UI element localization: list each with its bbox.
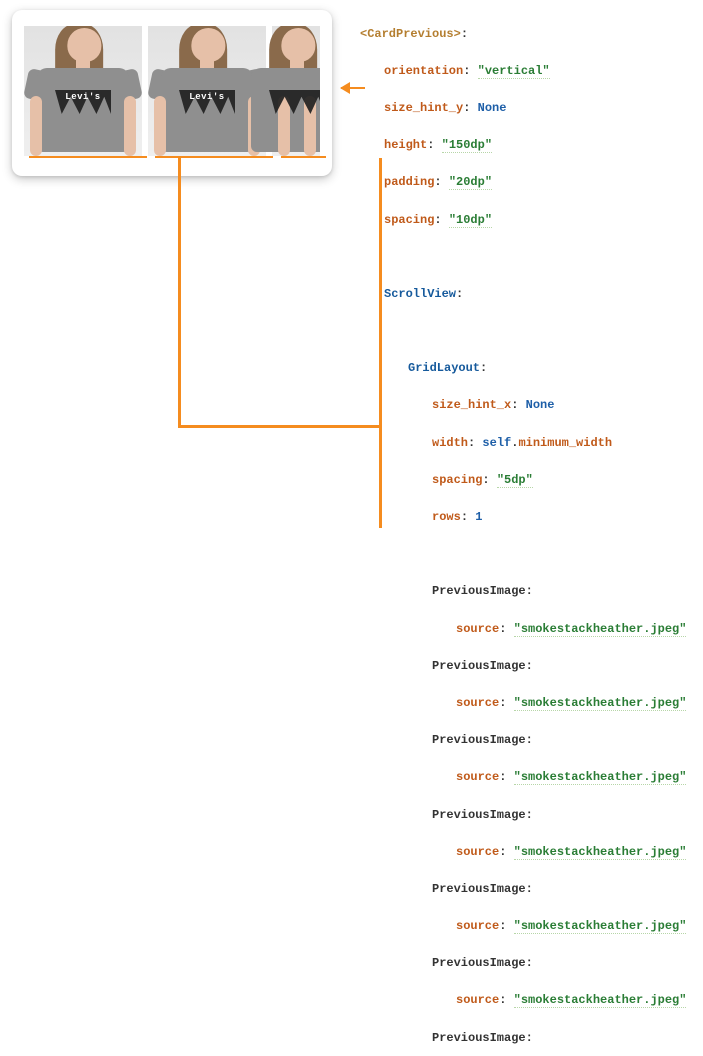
code-string: "smokestackheather.jpeg" (514, 845, 687, 860)
code-string: "smokestackheather.jpeg" (514, 919, 687, 934)
annotation-line (155, 156, 273, 158)
code-class: PreviousImage (432, 659, 526, 673)
thumbnail-image: Levi's (148, 26, 266, 156)
code-prop: size_hint_x (432, 398, 511, 412)
code-class: GridLayout (408, 361, 480, 375)
code-prop: source (456, 770, 499, 784)
code-prop: source (456, 845, 499, 859)
tshirt-logo-text: Levi's (65, 92, 100, 102)
thumbnail-image (272, 26, 320, 156)
code-string: "smokestackheather.jpeg" (514, 696, 687, 711)
code-class: PreviousImage (432, 584, 526, 598)
code-block: <CardPrevious>: orientation: "vertical" … (360, 6, 700, 1056)
code-prop: source (456, 696, 499, 710)
code-class: ScrollView (384, 287, 456, 301)
code-keyword: None (526, 398, 555, 412)
code-prop: spacing (384, 213, 434, 227)
code-string: "5dp" (497, 473, 533, 488)
code-prop: size_hint_y (384, 101, 463, 115)
code-number: 1 (475, 510, 482, 524)
thumbnail-image: Levi's (24, 26, 142, 156)
code-class: PreviousImage (432, 1031, 526, 1045)
code-string: "vertical" (478, 64, 550, 79)
code-prop: spacing (432, 473, 482, 487)
annotation-line (29, 156, 147, 158)
code-prop: source (456, 622, 499, 636)
annotation-line (178, 425, 381, 428)
code-class: PreviousImage (432, 808, 526, 822)
tshirt-logo-text: Levi's (189, 92, 224, 102)
code-keyword: None (478, 101, 507, 115)
thumbnail-row: Levi's Levi's (24, 26, 320, 156)
code-prop: padding (384, 175, 434, 189)
code-string: "10dp" (449, 213, 492, 228)
code-string: "smokestackheather.jpeg" (514, 622, 687, 637)
code-string: "150dp" (442, 138, 492, 153)
code-prop: rows (432, 510, 461, 524)
code-string: "20dp" (449, 175, 492, 190)
annotation-line (178, 158, 181, 427)
code-string: "smokestackheather.jpeg" (514, 993, 687, 1008)
card-preview: Levi's Levi's (12, 10, 332, 176)
code-tag: <CardPrevious> (360, 27, 461, 41)
code-class: PreviousImage (432, 882, 526, 896)
code-class: PreviousImage (432, 956, 526, 970)
code-string: "smokestackheather.jpeg" (514, 770, 687, 785)
code-prop: width (432, 436, 468, 450)
code-prop: height (384, 138, 427, 152)
annotation-line (281, 156, 326, 158)
code-class: PreviousImage (432, 733, 526, 747)
code-prop: source (456, 993, 499, 1007)
code-prop: orientation (384, 64, 463, 78)
code-prop: source (456, 919, 499, 933)
